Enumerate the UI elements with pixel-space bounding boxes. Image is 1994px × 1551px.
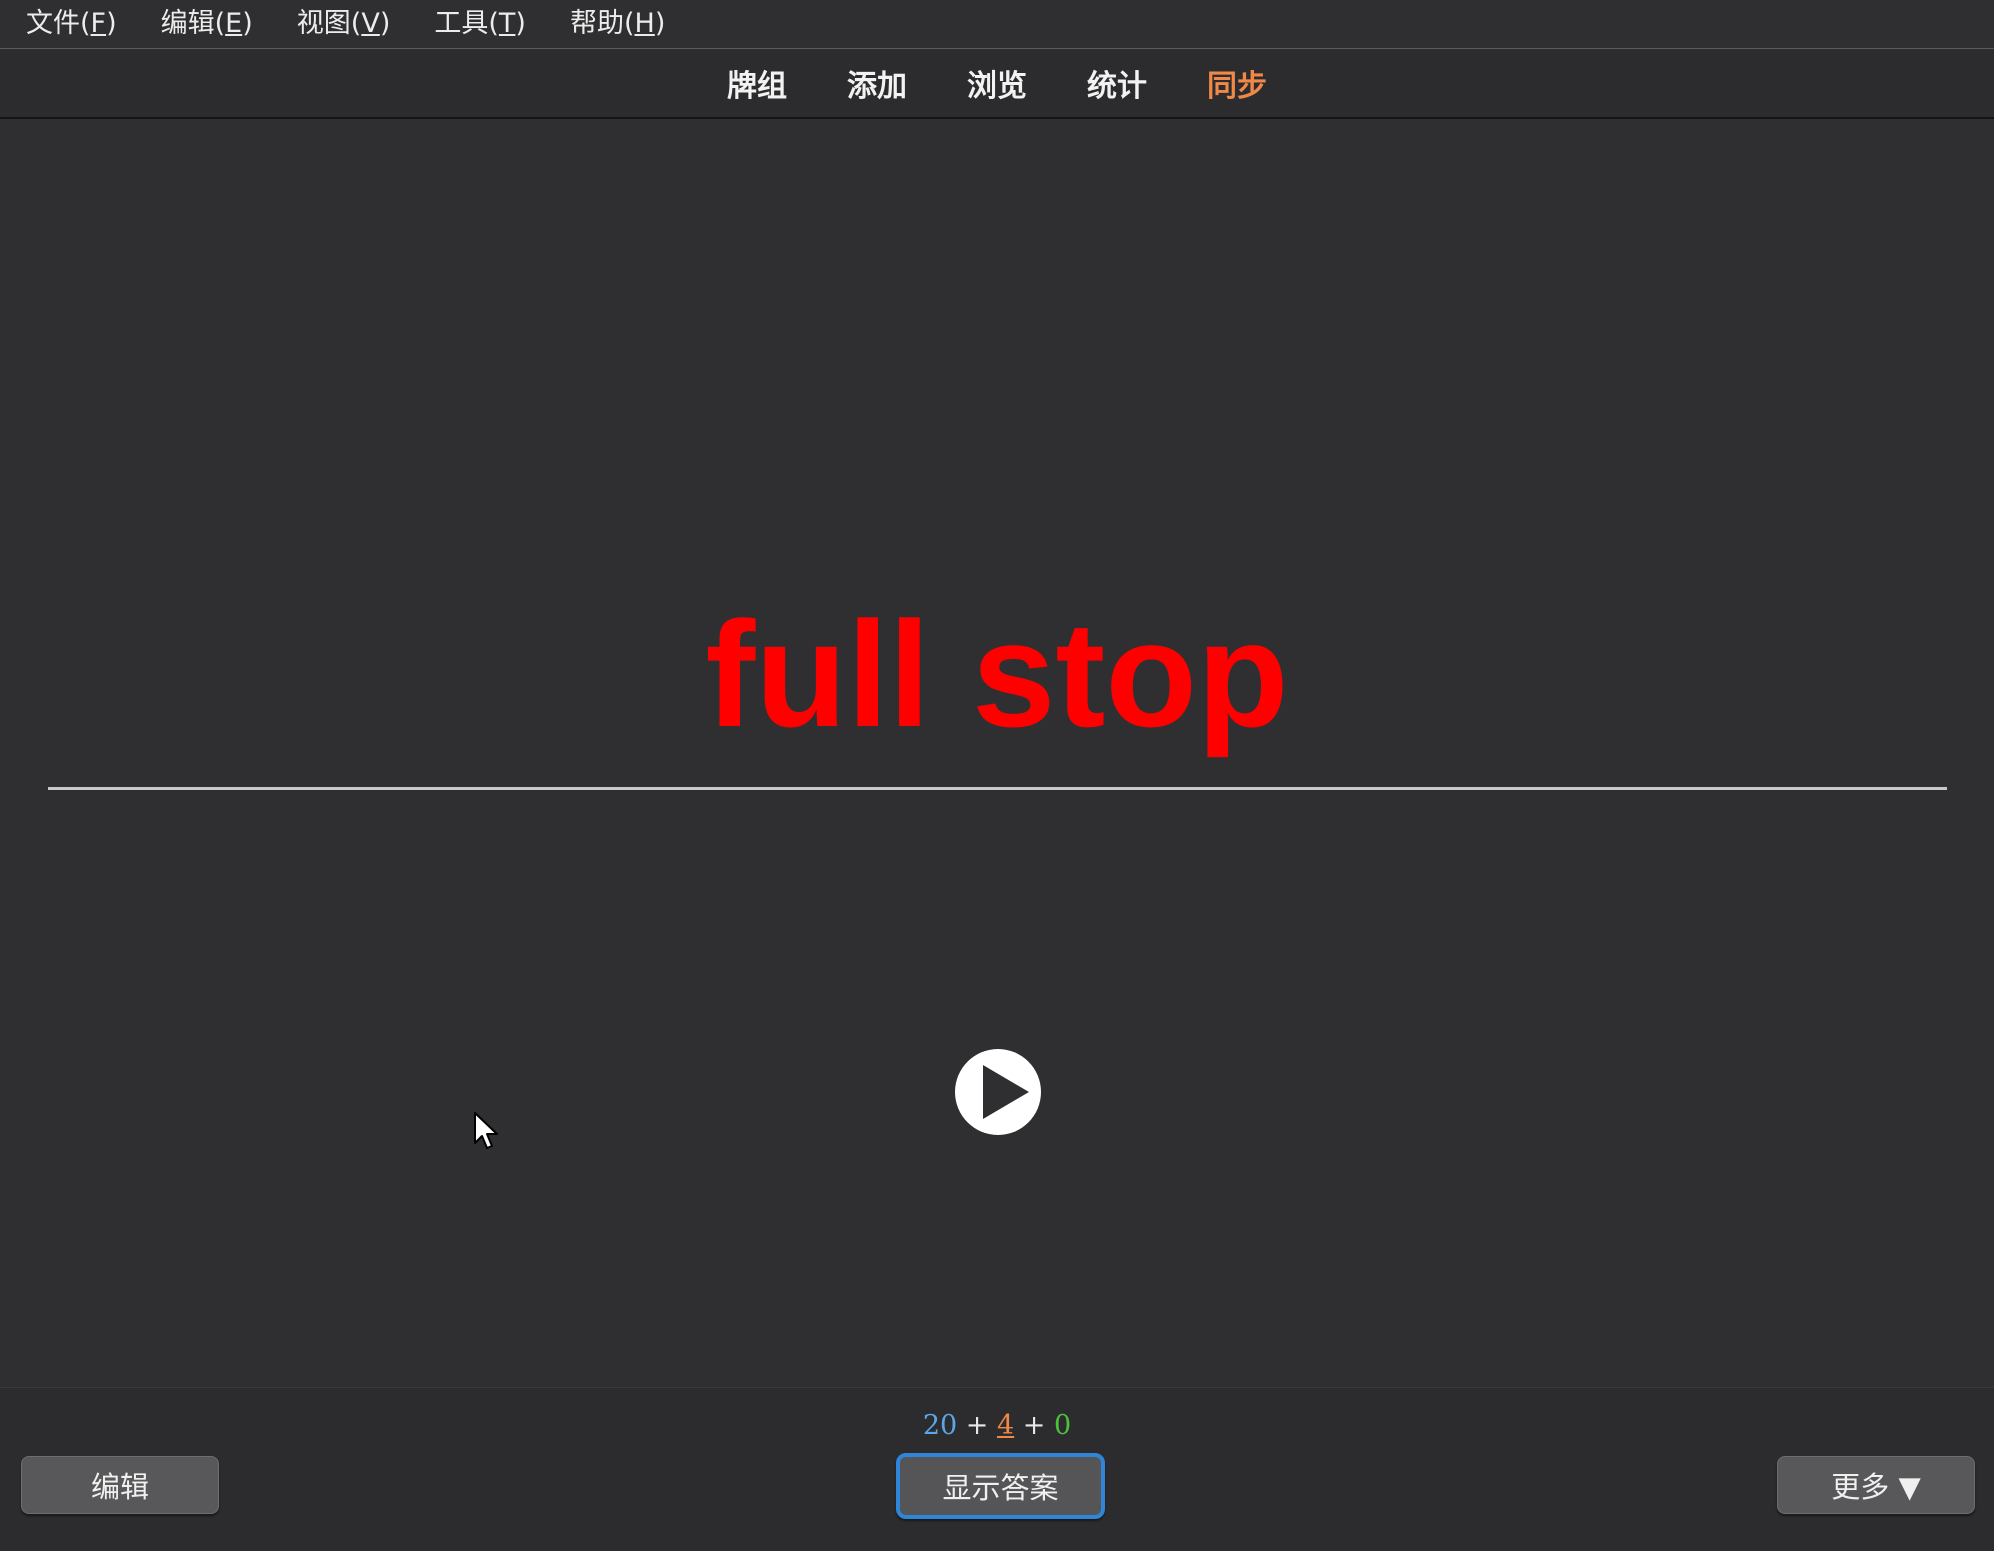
learning-count: 4 (996, 1410, 1015, 1441)
card-view: full stop (0, 119, 1994, 1387)
toolbar-decks-link[interactable]: 牌组 (727, 61, 787, 105)
count-separator: + (957, 1410, 997, 1441)
menu-view[interactable]: 视图(V) (279, 0, 409, 48)
menu-file[interactable]: 文件(F) (8, 0, 135, 48)
review-count: 0 (1053, 1410, 1072, 1441)
card-divider (48, 787, 1947, 790)
menu-bar: 文件(F) 编辑(E) 视图(V) 工具(T) 帮助(H) (0, 0, 1994, 49)
menu-tools[interactable]: 工具(T) (416, 0, 544, 48)
due-counts: 20 + 4 + 0 (0, 1410, 1994, 1441)
count-separator: + (1014, 1410, 1054, 1441)
play-triangle (983, 1065, 1029, 1119)
toolbar-stats-link[interactable]: 统计 (1087, 61, 1147, 105)
new-count: 20 (922, 1410, 958, 1441)
toolbar-browse-link[interactable]: 浏览 (967, 61, 1027, 105)
top-toolbar: 牌组 添加 浏览 统计 同步 (0, 49, 1994, 119)
toolbar-add-link[interactable]: 添加 (847, 61, 907, 105)
menu-help[interactable]: 帮助(H) (552, 0, 683, 48)
card-question-text: full stop (705, 590, 1289, 758)
edit-button[interactable]: 编辑 (21, 1456, 219, 1514)
bottom-bar: 20 + 4 + 0 编辑 显示答案 更多 ▼ (0, 1387, 1994, 1551)
play-icon[interactable] (955, 1049, 1041, 1135)
more-button[interactable]: 更多 ▼ (1777, 1456, 1975, 1514)
mouse-cursor-icon (474, 1112, 498, 1149)
menu-edit[interactable]: 编辑(E) (143, 0, 271, 48)
show-answer-button[interactable]: 显示答案 (896, 1453, 1105, 1519)
toolbar-sync-link[interactable]: 同步 (1207, 61, 1267, 105)
